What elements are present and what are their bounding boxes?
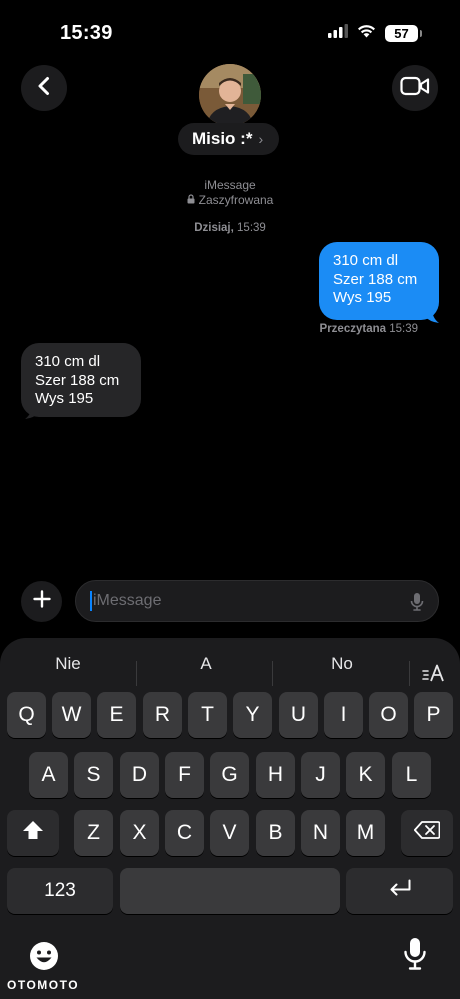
key-d[interactable]: D	[120, 752, 159, 798]
watermark: OTOMOTO	[7, 978, 80, 992]
key-w[interactable]: W	[52, 692, 91, 738]
status-icons: 57	[328, 24, 422, 43]
message-line: Szer 188 cm	[333, 270, 418, 288]
key-z[interactable]: Z	[74, 810, 113, 856]
backspace-icon	[413, 821, 441, 845]
key-x[interactable]: X	[120, 810, 159, 856]
key-f[interactable]: F	[165, 752, 204, 798]
key-q[interactable]: Q	[7, 692, 46, 738]
back-button[interactable]	[21, 65, 67, 111]
key-a[interactable]: A	[29, 752, 68, 798]
microphone-icon[interactable]	[403, 937, 427, 976]
timestamp-time: 15:39	[237, 222, 266, 234]
incoming-bubble-tail	[25, 404, 40, 419]
message-placeholder: iMessage	[93, 592, 162, 609]
contact-name: Misio :*	[192, 129, 253, 148]
return-icon	[388, 879, 412, 903]
key-c[interactable]: C	[165, 810, 204, 856]
thread-timestamp: Dzisiaj, 15:39	[0, 222, 460, 234]
lock-icon	[187, 193, 195, 207]
suggestion-divider	[136, 661, 137, 686]
key-t[interactable]: T	[188, 692, 227, 738]
contact-avatar[interactable]	[199, 64, 261, 126]
key-h[interactable]: H	[256, 752, 295, 798]
suggestion-item[interactable]: No	[318, 654, 366, 674]
suggestion-divider	[409, 661, 410, 686]
read-label: Przeczytana	[319, 323, 387, 335]
read-time: 15:39	[389, 323, 418, 335]
microphone-icon[interactable]	[410, 592, 424, 617]
suggestion-item[interactable]: Nie	[40, 654, 96, 674]
encryption-status: Zaszyfrowana	[0, 193, 460, 207]
contact-name-button[interactable]: Misio :* ›	[178, 123, 280, 155]
key-i[interactable]: I	[324, 692, 363, 738]
service-label: iMessage	[204, 178, 256, 192]
video-call-button[interactable]	[392, 65, 438, 111]
message-line: 310 cm dl	[333, 252, 399, 269]
message-input[interactable]: iMessage	[75, 580, 439, 622]
status-time: 15:39	[60, 22, 113, 44]
plus-icon	[32, 590, 51, 613]
status-bar: 15:39 57	[0, 0, 460, 60]
outgoing-message-bubble[interactable]: 310 cm dl Szer 188 cm Wys 195	[319, 242, 439, 320]
return-key[interactable]	[346, 868, 453, 914]
key-y[interactable]: Y	[233, 692, 272, 738]
video-camera-icon	[400, 76, 430, 101]
timestamp-day: Dzisiaj,	[194, 222, 234, 234]
key-r[interactable]: R	[143, 692, 182, 738]
signal-icon	[328, 24, 348, 43]
chevron-left-icon	[37, 76, 51, 101]
key-n[interactable]: N	[301, 810, 340, 856]
message-line: Wys 195	[333, 289, 392, 306]
emoji-icon[interactable]	[28, 940, 60, 977]
wifi-icon	[357, 24, 376, 43]
suggestion-item[interactable]: A	[186, 654, 226, 674]
key-v[interactable]: V	[210, 810, 249, 856]
text-format-icon[interactable]	[422, 664, 446, 687]
message-line: Wys 195	[35, 390, 94, 407]
outgoing-bubble-tail	[424, 308, 439, 323]
add-attachment-button[interactable]	[21, 581, 62, 622]
key-j[interactable]: J	[301, 752, 340, 798]
key-s[interactable]: S	[74, 752, 113, 798]
key-g[interactable]: G	[210, 752, 249, 798]
read-receipt: Przeczytana 15:39	[320, 323, 418, 335]
key-u[interactable]: U	[279, 692, 318, 738]
encryption-label: Zaszyfrowana	[198, 193, 274, 207]
text-caret	[90, 591, 92, 611]
predictive-bar: Nie A No	[0, 648, 460, 687]
key-b[interactable]: B	[256, 810, 295, 856]
numbers-key[interactable]: 123	[7, 868, 113, 914]
message-line: Szer 188 cm	[35, 371, 120, 389]
keyboard: Nie A No Q W E R T Y U I O P A S D F G H…	[0, 638, 460, 999]
battery-indicator: 57	[385, 25, 422, 42]
key-e[interactable]: E	[97, 692, 136, 738]
message-line: 310 cm dl	[35, 353, 101, 370]
key-k[interactable]: K	[346, 752, 385, 798]
key-l[interactable]: L	[392, 752, 431, 798]
space-bar[interactable]	[120, 868, 340, 914]
key-o[interactable]: O	[369, 692, 408, 738]
key-m[interactable]: M	[346, 810, 385, 856]
shift-icon	[22, 820, 44, 846]
key-p[interactable]: P	[414, 692, 453, 738]
chevron-right-icon: ›	[258, 131, 264, 147]
shift-key[interactable]	[7, 810, 59, 856]
suggestion-divider	[272, 661, 273, 686]
delete-key[interactable]	[401, 810, 453, 856]
